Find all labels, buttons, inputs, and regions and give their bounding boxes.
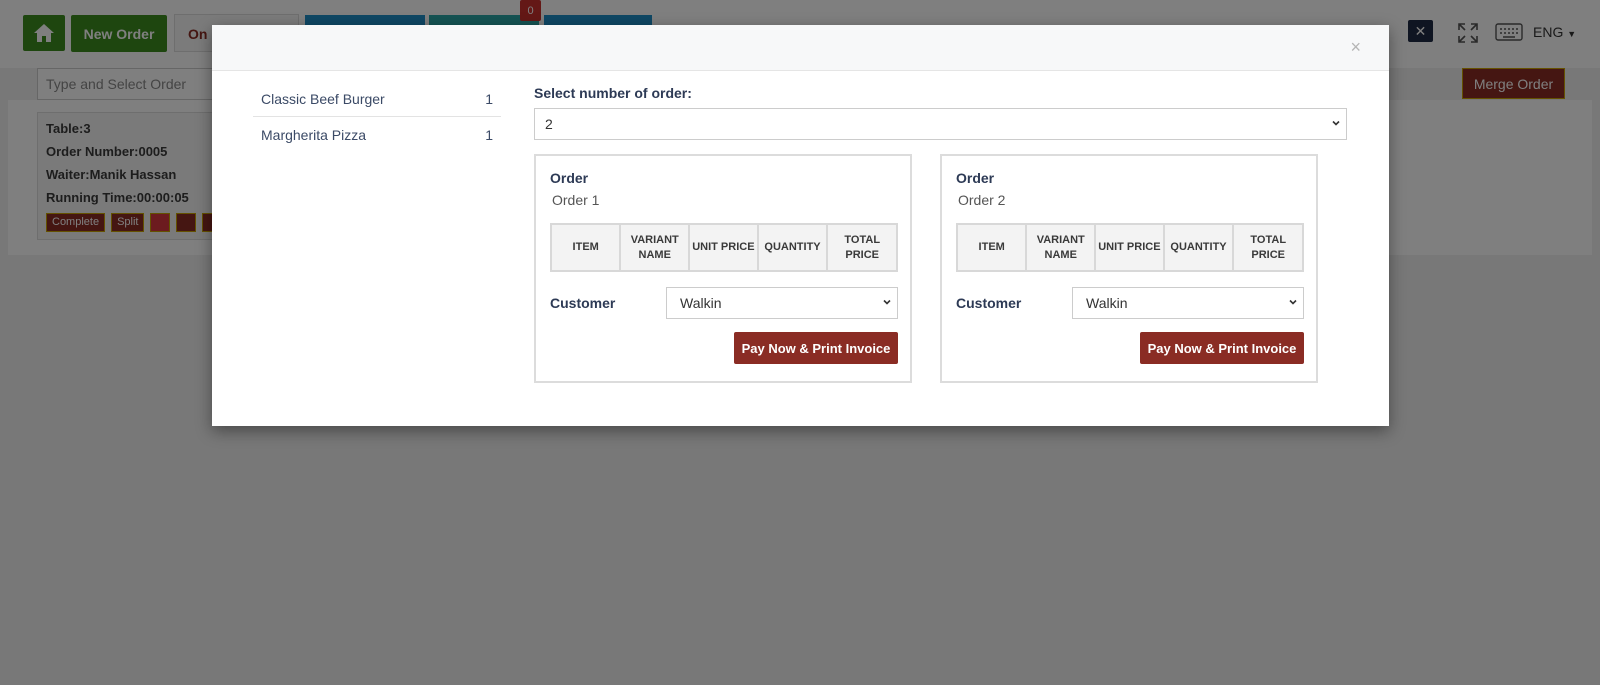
split-items-table: ITEM VARIANT NAME UNIT PRICE QUANTITY TO… — [955, 223, 1304, 272]
list-item[interactable]: Classic Beef Burger 1 — [253, 82, 501, 117]
customer-select[interactable]: Walkin — [666, 287, 898, 319]
pay-print-invoice-button[interactable]: Pay Now & Print Invoice — [734, 332, 898, 364]
col-total-price: TOTAL PRICE — [826, 223, 898, 272]
col-variant-name: VARIANT NAME — [619, 223, 691, 272]
split-order-card-2: Order Order 2 ITEM VARIANT NAME UNIT PRI… — [940, 154, 1318, 383]
customer-value: Walkin — [680, 295, 722, 311]
item-name: Classic Beef Burger — [261, 91, 385, 107]
order-count-value: 2 — [545, 116, 553, 132]
chevron-down-icon — [1289, 299, 1297, 305]
customer-label: Customer — [956, 295, 1022, 311]
card-title: Order — [550, 170, 589, 186]
modal-header: × — [212, 25, 1389, 71]
split-order-card-1: Order Order 1 ITEM VARIANT NAME UNIT PRI… — [534, 154, 912, 383]
item-name: Margherita Pizza — [261, 126, 367, 143]
col-item: ITEM — [955, 223, 1028, 272]
item-quantity: 1 — [485, 91, 493, 107]
col-variant-name: VARIANT NAME — [1025, 223, 1097, 272]
order-items-list: Classic Beef Burger 1 Margherita Pizza 1 — [253, 82, 501, 152]
col-unit-price: UNIT PRICE — [1094, 223, 1165, 272]
col-total-price: TOTAL PRICE — [1232, 223, 1304, 272]
split-items-table: ITEM VARIANT NAME UNIT PRICE QUANTITY TO… — [549, 223, 898, 272]
card-title: Order — [956, 170, 995, 186]
split-order-modal: × Classic Beef Burger 1 Margherita Pizza… — [212, 25, 1389, 426]
col-item: ITEM — [549, 223, 622, 272]
order-count-select[interactable]: 2 — [534, 108, 1347, 140]
chevron-down-icon — [883, 299, 891, 305]
customer-value: Walkin — [1086, 295, 1128, 311]
chevron-down-icon — [1332, 120, 1340, 126]
customer-label: Customer — [550, 295, 616, 311]
col-unit-price: UNIT PRICE — [688, 223, 759, 272]
card-subtitle: Order 1 — [552, 192, 600, 208]
card-subtitle: Order 2 — [958, 192, 1006, 208]
modal-close-button[interactable]: × — [1350, 37, 1361, 58]
item-quantity: 1 — [485, 126, 493, 143]
col-quantity: QUANTITY — [756, 223, 829, 272]
col-quantity: QUANTITY — [1162, 223, 1235, 272]
select-order-count-label: Select number of order: — [534, 85, 692, 101]
list-item[interactable]: Margherita Pizza 1 — [253, 117, 501, 152]
customer-select[interactable]: Walkin — [1072, 287, 1304, 319]
pay-print-invoice-button[interactable]: Pay Now & Print Invoice — [1140, 332, 1304, 364]
